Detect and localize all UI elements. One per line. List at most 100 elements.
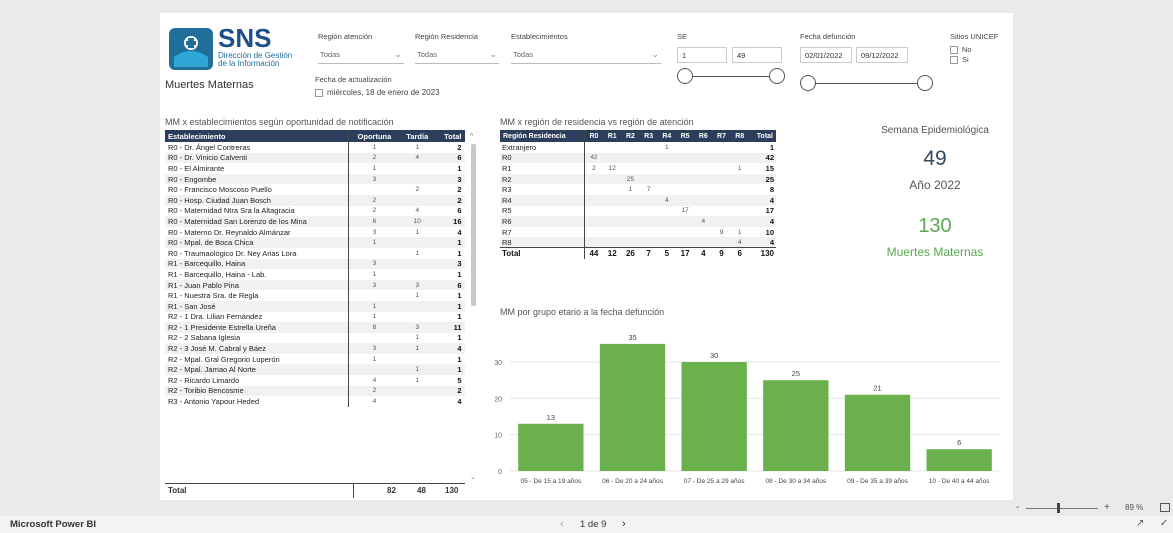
table1-col-total[interactable]: Total xyxy=(434,130,465,142)
table1-row[interactable]: R0 - Dr. Ángel Contreras 1 1 2 xyxy=(165,142,465,153)
table1-row[interactable]: R0 - Dr. Vinicio Calventi 2 4 6 xyxy=(165,152,465,164)
table1-col-oportuna[interactable]: Oportuna xyxy=(348,130,400,142)
share-icon[interactable]: ↗ xyxy=(1136,518,1144,529)
chart-bar[interactable] xyxy=(681,362,747,471)
table1-row[interactable]: R1 - Barcequillo, Haina 3 3 xyxy=(165,258,465,270)
cell-oportuna: 2 xyxy=(348,205,400,217)
fecha-slider-handle-min[interactable] xyxy=(800,75,816,91)
zoom-in-icon[interactable]: + xyxy=(1104,502,1110,513)
table1-row[interactable]: R0 - Maternidad Ntra Sra la Altagracia 2 4… xyxy=(165,205,465,217)
table2-col-r1[interactable]: R1 xyxy=(603,130,622,142)
unicef-option-no[interactable]: No xyxy=(950,45,972,55)
table2-row[interactable]: R0 42 42 xyxy=(500,152,776,164)
table1-row[interactable]: R0 - El Almirante 1 1 xyxy=(165,163,465,174)
cell-value xyxy=(583,194,604,206)
chart-bar[interactable] xyxy=(763,380,829,471)
expand-icon[interactable]: ✓ xyxy=(1160,518,1168,529)
fecha-to-input[interactable]: 09/12/2022 xyxy=(856,47,908,63)
table1-row[interactable]: R0 - Engombe 3 3 xyxy=(165,173,465,185)
cell-region: R6 xyxy=(500,216,585,227)
table1-col-establecimiento[interactable]: Establecimiento xyxy=(165,130,349,142)
cell-oportuna: 8 xyxy=(348,322,400,333)
unicef-no-checkbox[interactable] xyxy=(950,46,958,55)
chart-bar[interactable] xyxy=(926,449,992,471)
table1-row[interactable]: R0 - Francisco Moscoso Puello 2 2 xyxy=(165,184,465,195)
table2-col-r8[interactable]: R8 xyxy=(730,130,749,142)
table1-row[interactable]: R2 - Ricardo Limardo 4 1 5 xyxy=(165,375,465,386)
se-to-input[interactable]: 49 xyxy=(732,47,782,63)
chart-x-tick-label: 09 - De 35 a 39 años xyxy=(847,478,908,485)
table2-row[interactable]: R8 4 4 xyxy=(500,237,776,248)
table1-row[interactable]: R2 - 2 Sabana Iglesia 1 1 xyxy=(165,332,465,344)
filter-region-residencia-dropdown[interactable]: Todas ⌄ xyxy=(415,47,499,64)
next-page-icon[interactable]: › xyxy=(622,518,626,530)
table1-row[interactable]: R2 - Toribio Bencosme 2 2 xyxy=(165,385,465,397)
cell-value xyxy=(658,206,676,217)
table2-col-región-residencia[interactable]: Región Residencia xyxy=(500,130,585,142)
zoom-out-icon[interactable]: - xyxy=(1016,502,1019,513)
se-slider-handle-min[interactable] xyxy=(677,68,693,84)
table1-row[interactable]: R1 - San José 1 1 xyxy=(165,300,465,312)
chart-bar[interactable] xyxy=(518,423,584,471)
table1-row[interactable]: R1 - Juan Pablo Pina 3 3 6 xyxy=(165,279,465,291)
fit-page-icon[interactable] xyxy=(1160,503,1170,512)
table1-row[interactable]: R0 - Mpal. de Boca Chica 1 1 xyxy=(165,237,465,248)
table1-row[interactable]: R0 - Hosp. Ciudad Juan Bosch 2 2 xyxy=(165,194,465,206)
cell-value xyxy=(675,173,695,185)
unicef-option-si[interactable]: Si xyxy=(950,55,969,65)
table1-row[interactable]: R2 - Mpal. Gral Gregorio Luperón 1 1 xyxy=(165,353,465,365)
table2-row[interactable]: R6 4 4 xyxy=(500,216,776,227)
table2-row[interactable]: R3 1 7 8 xyxy=(500,184,776,195)
table1-row[interactable]: R0 - Maternidad San Lorenzo de los Mina 6… xyxy=(165,216,465,227)
cell-value xyxy=(712,206,730,217)
filter-region-atencion-dropdown[interactable]: Todas ⌄ xyxy=(318,47,404,64)
table1-row[interactable]: R3 - Antonio Yapour Heded 4 4 xyxy=(165,396,465,407)
se-from-input[interactable]: 1 xyxy=(677,47,727,63)
scroll-up-icon[interactable]: ^ xyxy=(470,133,473,140)
prev-page-icon[interactable]: ‹ xyxy=(560,518,564,530)
fecha-slider-handle-max[interactable] xyxy=(917,75,933,91)
table1-row[interactable]: R1 - Nuestra Sra. de Regla 1 1 xyxy=(165,290,465,301)
cell-value xyxy=(730,152,749,164)
table2-row[interactable]: R2 25 25 xyxy=(500,173,776,185)
table2-col-r0[interactable]: R0 xyxy=(583,130,604,142)
table2-row[interactable]: R7 9 1 10 xyxy=(500,226,776,238)
table2-col-r3[interactable]: R3 xyxy=(639,130,658,142)
table1-row[interactable]: R1 - Barcequillo, Haina - Lab. 1 1 xyxy=(165,269,465,280)
table2-col-r5[interactable]: R5 xyxy=(675,130,695,142)
table1-row[interactable]: R2 - 1 Presidente Estrella Ureña 8 3 11 xyxy=(165,322,465,333)
table1-row[interactable]: R0 - Traumaológico Dr. Ney Arias Lora 1 1 xyxy=(165,247,465,259)
table2-row[interactable]: R4 4 4 xyxy=(500,194,776,206)
chart-x-tick-label: 05 - De 15 a 19 años xyxy=(520,478,581,485)
cell-value xyxy=(694,194,713,206)
se-slider-handle-max[interactable] xyxy=(769,68,785,84)
table2-col-r4[interactable]: R4 xyxy=(657,130,676,142)
table2-row[interactable]: Extranjero 1 1 xyxy=(500,142,776,153)
table1-col-tardia[interactable]: Tardía xyxy=(399,130,435,142)
table1-row[interactable]: R2 - Mpal. Jamao Al Norte 1 1 xyxy=(165,364,465,376)
table2-col-r6[interactable]: R6 xyxy=(694,130,713,142)
fecha-from-input[interactable]: 02/01/2022 xyxy=(800,47,852,63)
cell-value xyxy=(712,142,730,153)
table2-col-r7[interactable]: R7 xyxy=(712,130,731,142)
table2-row[interactable]: R5 17 17 xyxy=(500,205,776,217)
table1-row[interactable]: R2 - 1 Dra. Lilian Fernández 1 1 xyxy=(165,311,465,323)
table2-col-total[interactable]: Total xyxy=(748,130,776,142)
zoom-slider-handle[interactable] xyxy=(1057,503,1060,513)
cell-region: R1 xyxy=(502,163,512,173)
cell-value xyxy=(583,142,604,153)
chart-bar[interactable] xyxy=(844,394,911,471)
table1-row[interactable]: R2 - 3 José M. Cabral y Báez 3 1 4 xyxy=(165,343,465,354)
scroll-down-icon[interactable]: ⌄ xyxy=(470,473,476,481)
unicef-si-checkbox[interactable] xyxy=(950,56,958,65)
chart-bar[interactable] xyxy=(599,343,666,471)
table1-row[interactable]: R0 - Materno Dr. Reynaldo Almánzar 3 1 4 xyxy=(165,226,465,238)
cell-value xyxy=(712,194,731,206)
cell-oportuna: 1 xyxy=(348,163,400,174)
update-checkbox[interactable] xyxy=(315,88,323,97)
table2-col-r2[interactable]: R2 xyxy=(621,130,640,142)
table2-row[interactable]: R1 2 12 1 15 xyxy=(500,163,776,174)
cell-region: Extranjero xyxy=(502,142,537,152)
table1-scrollbar[interactable] xyxy=(471,144,476,306)
filter-establecimientos-dropdown[interactable]: Todas ⌄ xyxy=(511,47,661,64)
